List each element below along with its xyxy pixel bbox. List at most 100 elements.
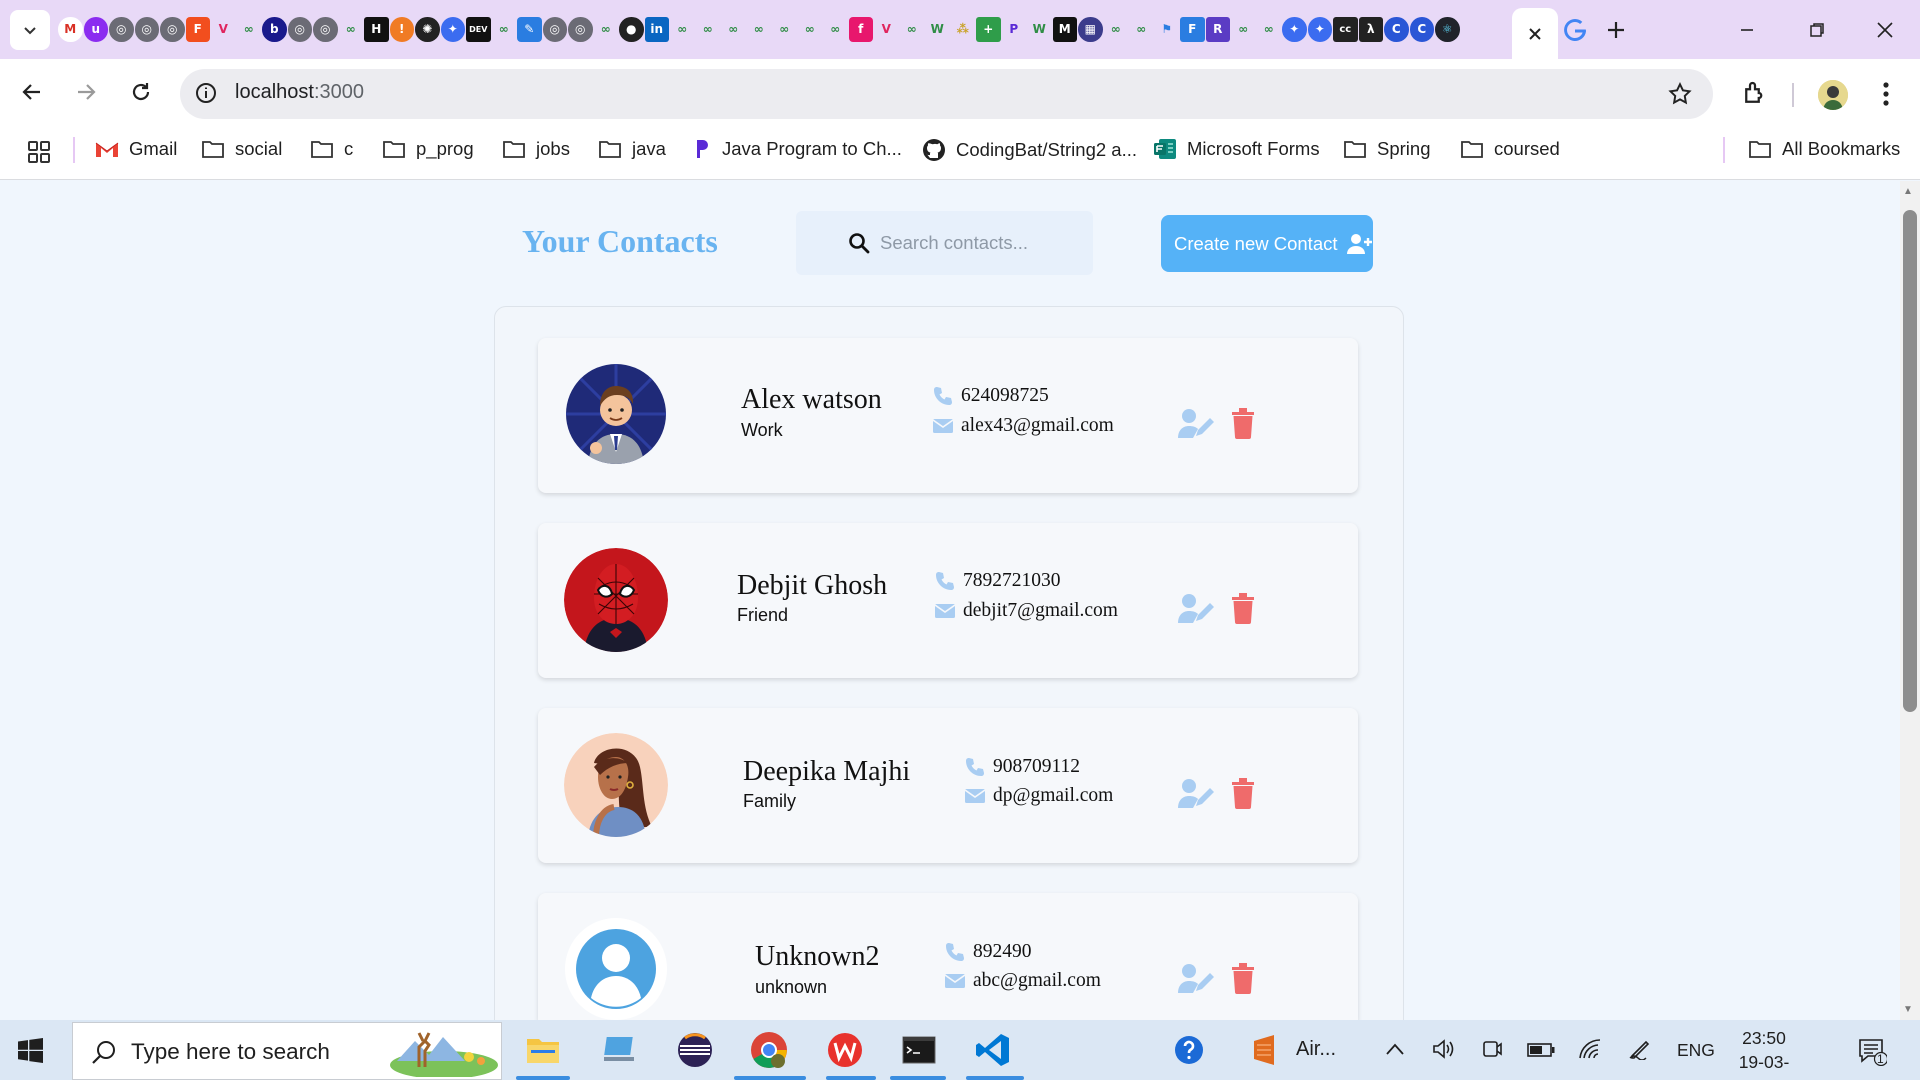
tab-blue-icon[interactable]: ✦ [440, 17, 465, 42]
language-indicator[interactable]: ENG [1677, 1040, 1715, 1061]
taskbar-clock[interactable]: 23:50 19-03-2025 [1722, 1026, 1806, 1080]
restore-button[interactable] [1792, 10, 1842, 50]
edit-contact-icon[interactable] [1178, 593, 1214, 623]
air-app-icon[interactable] [1243, 1028, 1289, 1072]
tab-globe-icon[interactable]: ◎ [160, 17, 185, 42]
tab-b-icon[interactable]: b [262, 17, 287, 42]
tab-gfg-icon[interactable]: ∞ [1129, 17, 1154, 42]
tab-gfg-icon[interactable]: ∞ [899, 17, 924, 42]
tab-plus-icon[interactable]: + [976, 17, 1001, 42]
wifi-icon[interactable] [1578, 1038, 1602, 1060]
speaker-icon[interactable] [1432, 1038, 1456, 1060]
scroll-up-arrow-icon[interactable]: ▲ [1903, 186, 1913, 197]
bookmark-spring[interactable]: Spring [1343, 138, 1430, 160]
tab-gfg-icon[interactable]: ∞ [1103, 17, 1128, 42]
tab-w-icon[interactable]: W [1027, 17, 1052, 42]
tab-p-icon[interactable]: P [1001, 17, 1026, 42]
tab-gfg-icon[interactable]: ∞ [1231, 17, 1256, 42]
bookmark-java[interactable]: java [598, 138, 666, 160]
tab-gfg-icon[interactable]: ∞ [772, 17, 797, 42]
tab-w3-icon[interactable]: ⁂ [950, 17, 975, 42]
tab-medium-icon[interactable]: M [1052, 17, 1077, 42]
all-bookmarks[interactable]: All Bookmarks [1748, 138, 1900, 160]
tab-flag-icon[interactable]: ⚑ [1154, 17, 1179, 42]
back-button[interactable] [15, 75, 49, 109]
tab-gfg-icon[interactable]: ∞ [593, 17, 618, 42]
scroll-down-arrow-icon[interactable]: ▼ [1903, 1004, 1913, 1015]
tab-hr-icon[interactable]: H [364, 17, 389, 42]
file-explorer-icon[interactable] [520, 1028, 566, 1072]
tab-search-button[interactable] [10, 10, 50, 50]
tab-globe-icon[interactable]: ◎ [134, 17, 159, 42]
tab-openai-icon[interactable]: ✺ [415, 17, 440, 42]
taskbar-search[interactable]: Type here to search [72, 1022, 502, 1080]
info-icon[interactable] [194, 81, 218, 105]
battery-icon[interactable] [1527, 1042, 1555, 1058]
windows-start-icon[interactable] [18, 1038, 43, 1063]
tab-v-icon[interactable]: V [874, 17, 899, 42]
tab-gfg-icon[interactable]: ∞ [491, 17, 516, 42]
new-tab-button[interactable] [1600, 14, 1632, 46]
search-box[interactable] [796, 211, 1093, 275]
address-bar[interactable]: localhost:3000 [180, 69, 1713, 119]
tab-figma-icon[interactable]: F [185, 17, 210, 42]
pen-icon[interactable] [1628, 1038, 1652, 1060]
tab-linkedin-icon[interactable]: in [644, 17, 669, 42]
delete-contact-icon[interactable] [1230, 407, 1256, 439]
tab-globe-icon[interactable]: ◎ [287, 17, 312, 42]
bookmark-gmail[interactable]: Gmail [95, 138, 177, 160]
forward-button[interactable] [69, 75, 103, 109]
tab-globe-icon[interactable]: ◎ [109, 17, 134, 42]
tab-gfg-icon[interactable]: ∞ [746, 17, 771, 42]
tab-gfg-icon[interactable]: ∞ [236, 17, 261, 42]
bookmark-jobs[interactable]: jobs [502, 138, 570, 160]
tab-gfg-icon[interactable]: ∞ [721, 17, 746, 42]
delete-contact-icon[interactable] [1230, 777, 1256, 809]
tab-grid-icon[interactable]: ▦ [1078, 17, 1103, 42]
tab-r-icon[interactable]: R [1205, 17, 1230, 42]
bookmark-java-program[interactable]: Java Program to Ch... [692, 138, 902, 160]
bookmark-social[interactable]: social [201, 138, 282, 160]
delete-contact-icon[interactable] [1230, 962, 1256, 994]
google-icon[interactable] [1562, 17, 1588, 43]
meet-now-icon[interactable] [1481, 1038, 1503, 1060]
tab-c-icon[interactable]: C [1409, 17, 1434, 42]
bookmark-c[interactable]: c [310, 138, 353, 160]
star-icon[interactable] [1667, 81, 1693, 107]
search-input[interactable] [880, 228, 1075, 258]
minimize-button[interactable] [1722, 10, 1772, 50]
bookmark-codingbat[interactable]: CodingBat/String2 a... [922, 138, 1137, 162]
tab-gfg-icon[interactable]: ∞ [670, 17, 695, 42]
url-text[interactable]: localhost:3000 [235, 81, 364, 104]
edit-contact-icon[interactable] [1178, 778, 1214, 808]
apps-grid-icon[interactable] [27, 140, 51, 164]
tab-globe-icon[interactable]: ◎ [313, 17, 338, 42]
tab-c-icon[interactable]: C [1384, 17, 1409, 42]
desktop-app-icon[interactable] [596, 1028, 642, 1072]
tab-w-icon[interactable]: W [925, 17, 950, 42]
tab-gfg-icon[interactable]: ∞ [1256, 17, 1281, 42]
tab-blue-icon[interactable]: ✦ [1307, 17, 1332, 42]
tab-forms-icon[interactable]: F [1180, 17, 1205, 42]
terminal-icon[interactable] [896, 1028, 942, 1072]
create-contact-button[interactable]: Create new Contact [1161, 215, 1373, 272]
tab-globe-icon[interactable]: ◎ [568, 17, 593, 42]
tab-react-icon[interactable]: ⚛ [1435, 17, 1460, 42]
tab-cc-icon[interactable]: cc [1333, 17, 1358, 42]
chevron-up-icon[interactable] [1385, 1042, 1405, 1056]
profile-avatar[interactable] [1818, 80, 1848, 110]
scrollbar-thumb[interactable] [1903, 210, 1917, 712]
bookmark-p-prog[interactable]: p_prog [382, 138, 474, 160]
tab-edit-icon[interactable]: ✎ [517, 17, 542, 42]
tab-gfg-icon[interactable]: ∞ [823, 17, 848, 42]
tab-pink-icon[interactable]: f [848, 17, 873, 42]
tab-github-icon[interactable]: ● [619, 17, 644, 42]
chrome-icon[interactable] [746, 1028, 792, 1072]
active-tab[interactable] [1512, 8, 1558, 59]
tab-v-icon[interactable]: V [211, 17, 236, 42]
help-icon[interactable] [1166, 1028, 1212, 1072]
tab-gfg-icon[interactable]: ∞ [338, 17, 363, 42]
air-app-label[interactable]: Air... [1296, 1038, 1336, 1061]
eclipse-icon[interactable] [672, 1028, 718, 1072]
wps-office-icon[interactable] [822, 1028, 868, 1072]
